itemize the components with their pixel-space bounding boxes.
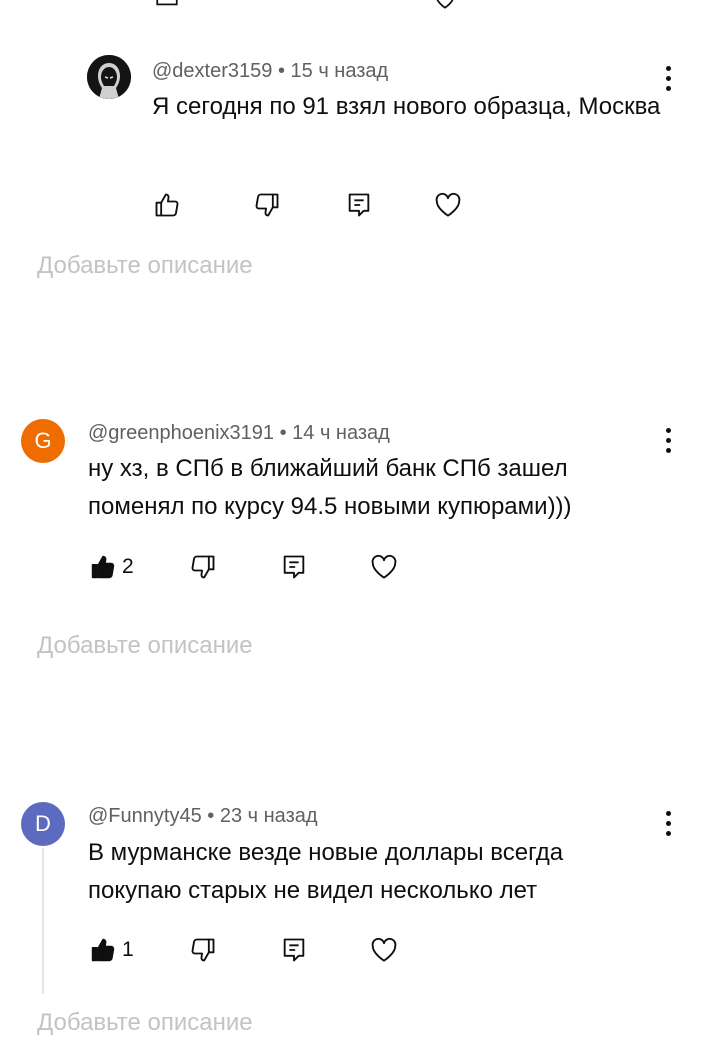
meta-separator: • bbox=[279, 422, 287, 444]
avatar[interactable] bbox=[87, 55, 131, 99]
heart-button[interactable] bbox=[431, 188, 465, 222]
comment-meta: @dexter3159 • 15 ч назад bbox=[152, 60, 388, 83]
like-count: 1 bbox=[122, 938, 134, 961]
more-options-button[interactable] bbox=[658, 809, 678, 839]
dislike-button[interactable] bbox=[186, 550, 220, 584]
dislike-button[interactable] bbox=[186, 933, 220, 967]
reply-icon bbox=[156, 0, 178, 6]
avatar[interactable]: D bbox=[21, 802, 65, 846]
comment-text: ну хз, в СПб в ближайший банк СПб зашел … bbox=[88, 455, 572, 520]
like-count: 2 bbox=[122, 555, 134, 578]
comment-meta: @Funnyty45 • 23 ч назад bbox=[88, 805, 318, 828]
comment-time: 23 ч назад bbox=[219, 805, 318, 827]
heart-icon bbox=[435, 192, 461, 217]
dislike-icon bbox=[191, 555, 215, 579]
author-name[interactable]: @dexter3159 bbox=[152, 60, 272, 82]
like-button[interactable] bbox=[86, 550, 120, 584]
comment-meta: @greenphoenix3191 • 14 ч назад bbox=[88, 422, 390, 445]
more-options-button[interactable] bbox=[658, 426, 678, 456]
add-description-field[interactable]: Добавьте описание bbox=[37, 1009, 253, 1037]
previous-comment-actions bbox=[150, 0, 470, 12]
comment-time: 15 ч назад bbox=[290, 60, 389, 82]
heart-icon bbox=[371, 554, 397, 579]
heart-icon bbox=[436, 0, 454, 9]
avatar[interactable]: G bbox=[21, 419, 65, 463]
like-icon bbox=[155, 193, 179, 217]
add-description-field[interactable]: Добавьте описание bbox=[37, 632, 253, 660]
reply-button[interactable] bbox=[277, 933, 311, 967]
author-name[interactable]: @Funnyty45 bbox=[88, 805, 202, 827]
dislike-icon bbox=[191, 938, 215, 962]
meta-separator: • bbox=[207, 805, 215, 827]
more-vert-icon-dot bbox=[666, 76, 671, 81]
more-vert-icon-dot bbox=[666, 448, 671, 453]
like-icon-filled bbox=[91, 938, 115, 962]
reply-button[interactable] bbox=[342, 188, 376, 222]
reply-icon bbox=[283, 938, 305, 962]
comment-text: Я сегодня по 91 взял нового образца, Мос… bbox=[152, 93, 661, 120]
meta-separator: • bbox=[277, 60, 285, 82]
heart-button[interactable] bbox=[367, 550, 401, 584]
add-description-field[interactable]: Добавьте описание bbox=[37, 252, 253, 280]
more-vert-icon-dot bbox=[666, 821, 671, 826]
reply-icon bbox=[283, 555, 305, 579]
thread-line bbox=[42, 848, 44, 994]
more-vert-icon bbox=[666, 428, 671, 433]
comment-time: 14 ч назад bbox=[292, 422, 390, 444]
author-name[interactable]: @greenphoenix3191 bbox=[88, 422, 274, 444]
avatar-image bbox=[87, 55, 131, 99]
like-icon-filled bbox=[91, 555, 115, 579]
more-vert-icon bbox=[666, 811, 671, 816]
comment-text: В мурманске везде новые доллары всегда п… bbox=[88, 839, 564, 904]
dislike-icon bbox=[255, 193, 279, 217]
like-button[interactable] bbox=[86, 933, 120, 967]
dislike-button[interactable] bbox=[250, 188, 284, 222]
like-button[interactable] bbox=[150, 188, 184, 222]
reply-button[interactable] bbox=[277, 550, 311, 584]
reply-icon bbox=[348, 193, 370, 217]
more-vert-icon bbox=[666, 66, 671, 71]
heart-button[interactable] bbox=[367, 933, 401, 967]
more-vert-icon-dot bbox=[666, 831, 671, 836]
more-vert-icon-dot bbox=[666, 438, 671, 443]
heart-icon bbox=[371, 937, 397, 962]
